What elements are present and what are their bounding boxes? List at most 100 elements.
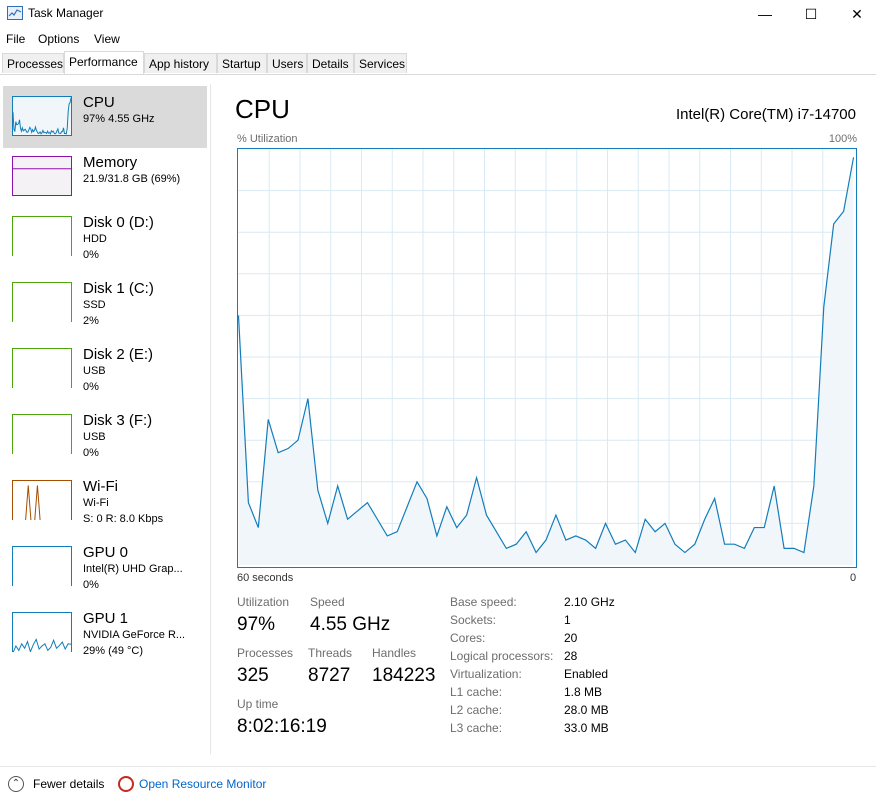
tab-users[interactable]: Users bbox=[267, 53, 307, 73]
tab-processes[interactable]: Processes bbox=[2, 53, 64, 73]
spec-value-sockets: 1 bbox=[564, 613, 571, 627]
tab-services[interactable]: Services bbox=[354, 53, 407, 73]
sidebar-item-detail: S: 0 R: 8.0 Kbps bbox=[83, 513, 164, 525]
sidebar-divider bbox=[210, 84, 211, 754]
maximize-button[interactable]: ☐ bbox=[788, 0, 834, 28]
spec-label-l1-cache: L1 cache: bbox=[450, 685, 503, 699]
spec-label-logical-processors: Logical processors: bbox=[450, 649, 554, 663]
disk2-thumbnail-graph bbox=[12, 348, 72, 388]
sidebar-item-type: SSD bbox=[83, 299, 106, 311]
threads-label: Threads bbox=[308, 646, 353, 660]
sidebar-item-title: CPU bbox=[83, 94, 115, 111]
sidebar-item-disk1[interactable]: Disk 1 (C:) SSD 2% bbox=[3, 278, 207, 340]
spec-value-l1-cache: 1.8 MB bbox=[564, 685, 603, 699]
sidebar-item-type: Intel(R) UHD Grap... bbox=[83, 563, 183, 575]
sidebar-item-disk0[interactable]: Disk 0 (D:) HDD 0% bbox=[3, 212, 207, 274]
speed-label: Speed bbox=[310, 595, 345, 609]
sidebar-item-detail: 2% bbox=[83, 315, 99, 327]
sidebar-item-detail: 0% bbox=[83, 249, 99, 261]
sidebar-item-type: USB bbox=[83, 431, 106, 443]
cpu-thumbnail-graph bbox=[12, 96, 72, 136]
utilization-label: Utilization bbox=[237, 595, 290, 609]
cpu-model-name: Intel(R) Core(TM) i7-14700 bbox=[675, 106, 856, 123]
sidebar-item-detail: 0% bbox=[83, 381, 99, 393]
uptime-value: 8:02:16:19 bbox=[237, 716, 327, 737]
window-title: Task Manager bbox=[28, 6, 104, 20]
sidebar-item-title: GPU 0 bbox=[83, 544, 129, 561]
sidebar-item-gpu0[interactable]: GPU 0 Intel(R) UHD Grap... 0% bbox=[3, 542, 207, 604]
thumbnail-frame bbox=[12, 216, 72, 256]
tab-performance[interactable]: Performance bbox=[64, 51, 144, 74]
footer-bar: ⌃ Fewer details Open Resource Monitor bbox=[0, 766, 876, 803]
handles-value: 184223 bbox=[372, 665, 436, 686]
spec-label-l3-cache: L3 cache: bbox=[450, 721, 503, 735]
menu-options[interactable]: Options bbox=[38, 32, 79, 46]
utilization-axis-label: % Utilization bbox=[237, 133, 298, 145]
open-resource-monitor-link[interactable]: Open Resource Monitor bbox=[139, 777, 266, 791]
cpu-utilization-graph bbox=[237, 148, 857, 568]
sidebar-item-gpu1[interactable]: GPU 1 NVIDIA GeForce R... 29% (49 °C) bbox=[3, 608, 207, 670]
processes-value: 325 bbox=[237, 665, 269, 686]
uptime-label: Up time bbox=[237, 697, 279, 711]
menu-bar: File Options View bbox=[0, 29, 876, 49]
sidebar-item-title: Memory bbox=[83, 154, 138, 171]
thumbnail-frame bbox=[12, 414, 72, 454]
tab-startup[interactable]: Startup bbox=[217, 53, 267, 73]
wifi-thumbnail-graph bbox=[12, 480, 72, 520]
disk0-thumbnail-graph bbox=[12, 216, 72, 256]
minimize-button[interactable]: — bbox=[742, 0, 788, 28]
sidebar-item-memory[interactable]: Memory 21.9/31.8 GB (69%) bbox=[3, 146, 207, 208]
sidebar-item-type: USB bbox=[83, 365, 106, 377]
sidebar-item-type: NVIDIA GeForce R... bbox=[83, 629, 186, 641]
tab-details[interactable]: Details bbox=[307, 53, 354, 73]
tab-app-history[interactable]: App history bbox=[144, 53, 217, 73]
thumbnail-frame bbox=[12, 348, 72, 388]
spec-value-l2-cache: 28.0 MB bbox=[564, 703, 609, 717]
spec-value-l3-cache: 33.0 MB bbox=[564, 721, 609, 735]
sidebar-item-title: Disk 3 (F:) bbox=[83, 412, 153, 429]
spec-value-cores: 20 bbox=[564, 631, 578, 645]
disk3-thumbnail-graph bbox=[12, 414, 72, 454]
threads-value: 8727 bbox=[308, 665, 351, 686]
menu-file[interactable]: File bbox=[6, 32, 25, 46]
utilization-value: 97% bbox=[237, 614, 276, 635]
sidebar-item-title: GPU 1 bbox=[83, 610, 129, 627]
disk1-thumbnail-graph bbox=[12, 282, 72, 322]
fewer-details-link[interactable]: Fewer details bbox=[33, 777, 104, 791]
spec-label-l2-cache: L2 cache: bbox=[450, 703, 503, 717]
sidebar-item-detail: 21.9/31.8 GB (69%) bbox=[83, 173, 181, 185]
menu-view[interactable]: View bbox=[94, 32, 120, 46]
thumbnail-frame bbox=[12, 282, 72, 322]
task-manager-icon bbox=[7, 6, 23, 20]
sidebar-item-detail: 97% 4.55 GHz bbox=[83, 113, 155, 125]
resource-monitor-icon[interactable] bbox=[118, 776, 134, 792]
title-bar: Task Manager — ☐ ✕ bbox=[0, 0, 876, 28]
sidebar-item-wifi[interactable]: Wi-Fi Wi-Fi S: 0 R: 8.0 Kbps bbox=[3, 476, 207, 538]
page-title: CPU bbox=[235, 94, 290, 124]
handles-label: Handles bbox=[372, 646, 417, 660]
spec-value-logical-processors: 28 bbox=[564, 649, 578, 663]
sidebar-item-detail: 0% bbox=[83, 447, 99, 459]
sidebar-item-type: Wi-Fi bbox=[83, 497, 109, 509]
graph-time-zero-label: 0 bbox=[850, 572, 857, 584]
gpu1-thumbnail-graph bbox=[12, 612, 72, 652]
spec-label-sockets: Sockets: bbox=[450, 613, 497, 627]
close-button[interactable]: ✕ bbox=[834, 0, 876, 28]
gpu0-thumbnail-graph bbox=[12, 546, 72, 586]
sidebar-item-disk3[interactable]: Disk 3 (F:) USB 0% bbox=[3, 410, 207, 472]
chevron-up-icon[interactable]: ⌃ bbox=[8, 776, 24, 792]
spec-value-virtualization: Enabled bbox=[564, 667, 609, 681]
sidebar-item-title: Disk 2 (E:) bbox=[83, 346, 154, 363]
sidebar-item-disk2[interactable]: Disk 2 (E:) USB 0% bbox=[3, 344, 207, 406]
speed-value: 4.55 GHz bbox=[310, 614, 391, 635]
sidebar-item-type: HDD bbox=[83, 233, 107, 245]
memory-thumbnail-graph bbox=[12, 156, 72, 196]
sidebar-item-cpu[interactable]: CPU 97% 4.55 GHz bbox=[3, 86, 207, 148]
sidebar-item-title: Disk 1 (C:) bbox=[83, 280, 154, 297]
thumbnail-frame bbox=[12, 480, 72, 520]
graph-time-span-label: 60 seconds bbox=[237, 572, 294, 584]
sidebar-item-detail: 29% (49 °C) bbox=[83, 645, 144, 657]
thumbnail-frame bbox=[12, 546, 72, 586]
sidebar-item-detail: 0% bbox=[83, 579, 99, 591]
spec-value-base-speed: 2.10 GHz bbox=[564, 595, 615, 609]
